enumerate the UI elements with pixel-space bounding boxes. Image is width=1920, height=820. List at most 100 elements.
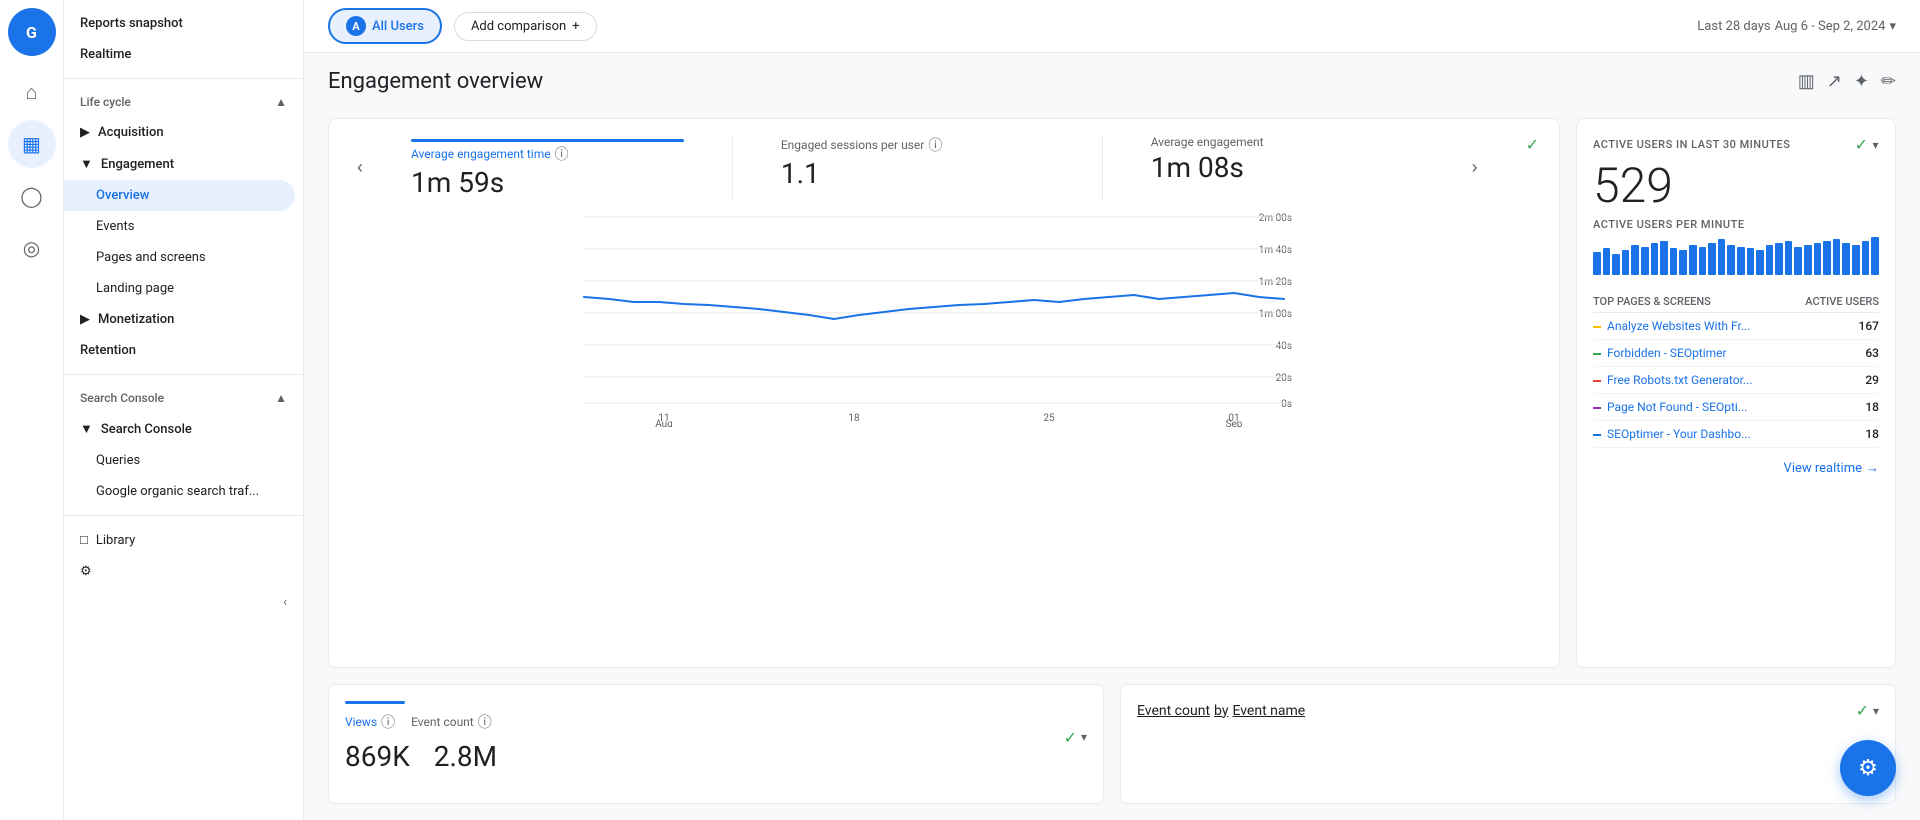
metric-1-info-icon[interactable]: ⓘ [928,135,942,155]
metric-engaged-sessions-value: 1.1 [781,157,1054,190]
widget-row-2-label[interactable]: Forbidden - SEOptimer [1593,346,1865,360]
chart-prev-button[interactable]: ‹ [349,149,371,186]
bar-mini [1631,245,1639,275]
all-users-segment-button[interactable]: A All Users [328,8,442,44]
event-count-title-part1: Event count [1137,703,1210,719]
sidebar-item-overview[interactable]: Overview [64,180,295,211]
views-metric-label[interactable]: Views ⓘ [345,712,395,732]
svg-text:40s: 40s [1276,341,1292,352]
active-users-title: ACTIVE USERS IN LAST 30 MINUTES ✓ ▾ [1593,135,1879,154]
event-count-by-name-card: Event count by Event name ✓ ▾ [1120,684,1896,804]
metric-avg-engagement-time-label[interactable]: Average engagement time ⓘ [411,144,684,164]
sidebar-collapse-button[interactable]: ‹ [64,587,303,618]
people-nav-icon[interactable]: ◎ [8,224,56,272]
acquisition-expand-icon: ▶ [80,125,90,140]
home-nav-icon[interactable]: ⌂ [8,68,56,116]
bar-mini [1862,241,1870,275]
widget-row-3-value: 29 [1865,373,1879,387]
event-count-metric-label[interactable]: Event count ⓘ [411,712,492,732]
settings-fab-button[interactable]: ⚙ [1840,740,1896,796]
search-console-section-header[interactable]: Search Console ▲ [64,383,303,413]
widget-row-5: SEOptimer - Your Dashbo... 18 [1593,421,1879,448]
bar-mini [1718,239,1726,275]
bar-mini [1814,243,1822,275]
metric-avg-engagement-time: Average engagement time ⓘ 1m 59s [411,135,684,199]
sidebar-item-realtime[interactable]: Realtime [64,39,303,70]
monetization-label: Monetization [98,312,174,327]
widget-row-3-label[interactable]: Free Robots.txt Generator... [1593,373,1865,387]
realtime-widget-card: ACTIVE USERS IN LAST 30 MINUTES ✓ ▾ 529 … [1576,118,1896,668]
bar-mini [1842,243,1850,275]
metric-engaged-sessions: Engaged sessions per user ⓘ 1.1 [781,135,1054,190]
acquisition-label: Acquisition [98,125,164,140]
active-users-bar-chart [1593,239,1879,279]
bar-mini [1737,247,1745,276]
lifecycle-section-header[interactable]: Life cycle ▲ [64,87,303,117]
bar-mini [1775,243,1783,275]
add-comparison-button[interactable]: Add comparison + [454,12,597,41]
views-chevron-icon[interactable]: ▾ [1081,730,1087,744]
metric-0-info-icon[interactable]: ⓘ [555,144,569,164]
sidebar-item-reports-snapshot[interactable]: Reports snapshot [64,8,303,39]
bar-mini [1641,247,1649,276]
event-count-by-name-title[interactable]: Event count by Event name [1137,703,1305,719]
metric-engaged-sessions-label[interactable]: Engaged sessions per user ⓘ [781,135,1054,155]
views-info-icon[interactable]: ⓘ [381,712,395,732]
views-card-check: ✓ ▾ [1064,728,1087,747]
sidebar-item-landing-page[interactable]: Landing page [64,273,295,304]
widget-row-4: Page Not Found - SEOpti... 18 [1593,394,1879,421]
metric-avg-engagement-value: 1m 08s [1151,151,1424,184]
add-to-report-icon[interactable]: ✦ [1854,71,1869,92]
widget-chevron-icon[interactable]: ▾ [1872,138,1879,152]
event-count-info-icon[interactable]: ⓘ [478,712,492,732]
events-label: Events [96,219,134,234]
sidebar-item-google-organic[interactable]: Google organic search traf... [64,476,295,507]
page-title-row: Engagement overview ▥ ↗ ✦ ✏ [328,69,1896,94]
queries-label: Queries [96,453,140,468]
edit-icon[interactable]: ✏ [1881,71,1896,92]
view-realtime-arrow-icon: → [1866,460,1879,476]
date-range-selector[interactable]: Last 28 days Aug 6 - Sep 2, 2024 ▾ [1697,19,1896,34]
sidebar-item-monetization[interactable]: ▶ Monetization [64,304,295,335]
bar-mini [1756,250,1764,275]
sidebar-item-retention[interactable]: Retention [64,335,295,366]
search-console-expand-icon: ▼ [80,421,93,437]
date-range-label: Last 28 days [1697,19,1770,34]
widget-table-header: TOP PAGES & SCREENS ACTIVE USERS [1593,291,1879,313]
bar-mini [1651,243,1659,275]
svg-text:1m 20s: 1m 20s [1259,277,1292,288]
bar-mini [1804,245,1812,275]
search-nav-icon[interactable]: ◯ [8,172,56,220]
bar-mini [1660,241,1668,275]
sidebar-settings-item[interactable]: ⚙ [64,556,303,587]
widget-row-1-label[interactable]: Analyze Websites With Fr... [1593,319,1859,333]
sidebar-item-queries[interactable]: Queries [64,445,295,476]
metric-avg-engagement: Average engagement 1m 08s [1151,135,1424,184]
event-name-chevron-icon[interactable]: ▾ [1873,704,1879,718]
sidebar-item-pages-and-screens[interactable]: Pages and screens [64,242,295,273]
customize-icon[interactable]: ▥ [1798,71,1815,92]
header-left: A All Users Add comparison + [328,8,597,44]
widget-row-5-label[interactable]: SEOptimer - Your Dashbo... [1593,427,1865,441]
bar-mini [1689,245,1697,275]
chart-next-button[interactable]: › [1464,149,1486,186]
dashboard-nav-icon[interactable]: ▦ [8,120,56,168]
svg-text:Aug: Aug [655,419,673,427]
bar-mini [1603,248,1611,275]
active-users-per-minute-title: ACTIVE USERS PER MINUTE [1593,218,1879,231]
sidebar-library-item[interactable]: □ Library [64,524,303,556]
widget-row-4-label[interactable]: Page Not Found - SEOpti... [1593,400,1865,414]
app-logo[interactable]: G [8,8,56,56]
date-range-chevron-icon: ▾ [1889,19,1896,34]
search-console-chevron: ▲ [275,391,287,405]
sidebar-item-search-console[interactable]: ▼ Search Console [64,413,295,445]
bar-mini [1670,248,1678,275]
sidebar-item-engagement[interactable]: ▼ Engagement [64,148,295,180]
metric-divider-1 [732,135,733,199]
metric-avg-engagement-label[interactable]: Average engagement [1151,135,1424,149]
sidebar-item-events[interactable]: Events [64,211,295,242]
bottom-cards-row: Views ⓘ Event count ⓘ 869K [328,684,1896,804]
sidebar-item-acquisition[interactable]: ▶ Acquisition [64,117,295,148]
view-realtime-link[interactable]: View realtime → [1593,460,1879,476]
share-icon[interactable]: ↗ [1827,71,1842,92]
